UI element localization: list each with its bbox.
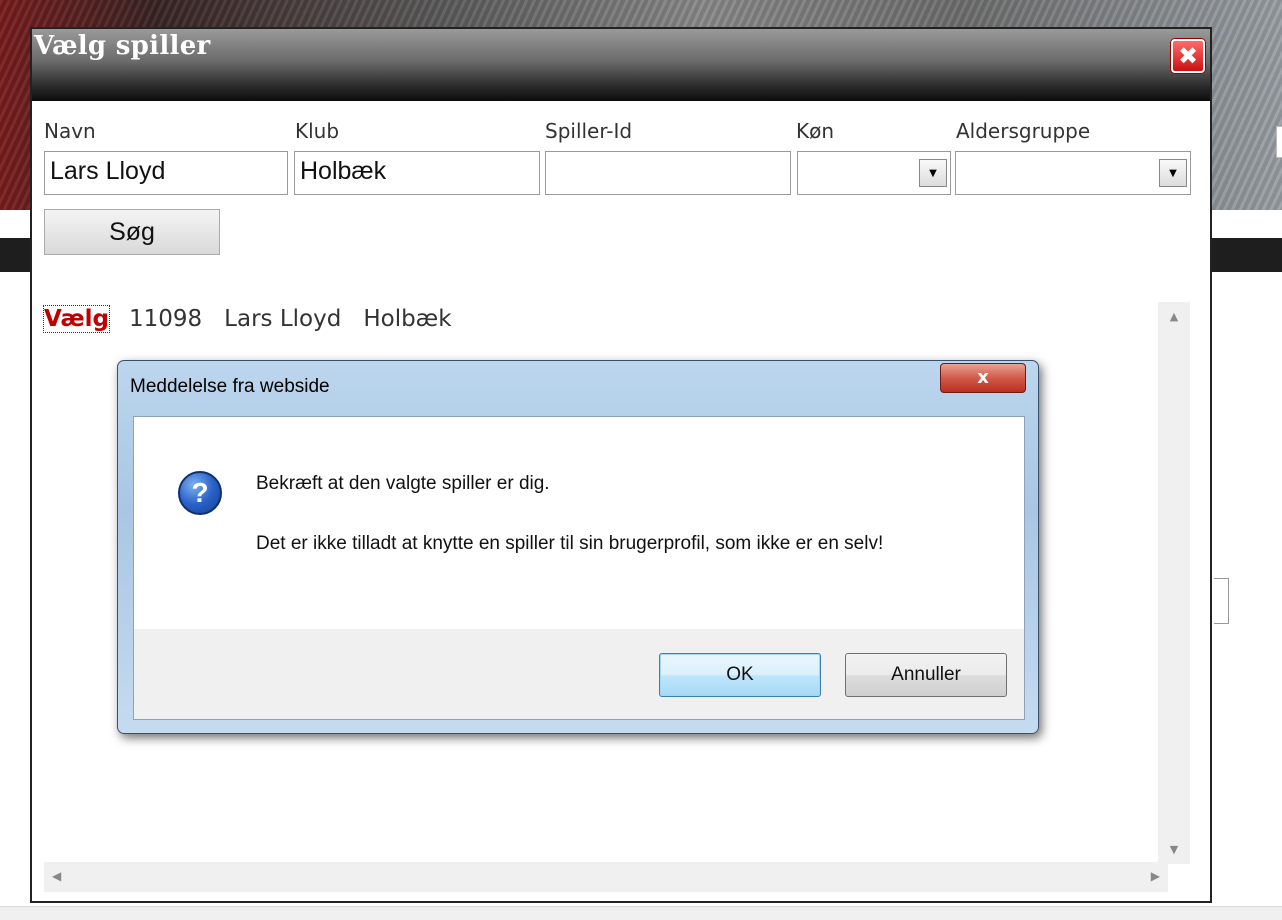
message-line-1: Bekræft at den valgte spiller er dig. — [256, 473, 550, 494]
select-player-link[interactable]: Vælg — [43, 305, 110, 333]
gender-label: Køn — [796, 119, 835, 143]
message-content: ? Bekræft at den valgte spiller er dig. … — [134, 417, 1024, 629]
player-id-input[interactable] — [545, 151, 791, 195]
age-group-select[interactable]: ▼ — [955, 151, 1191, 195]
chevron-down-icon[interactable]: ▼ — [919, 159, 947, 187]
message-box-title: Meddelelse fra webside — [130, 376, 330, 397]
close-x-icon[interactable]: ✖ — [1171, 39, 1205, 73]
result-name: Lars Lloyd — [224, 306, 342, 332]
name-label: Navn — [44, 119, 96, 143]
gender-select[interactable]: ▼ — [797, 151, 951, 195]
name-input[interactable]: Lars Lloyd — [44, 151, 288, 195]
scroll-left-icon[interactable]: ◀ — [52, 869, 61, 883]
scroll-down-icon[interactable]: ▼ — [1158, 843, 1190, 856]
message-line-2: Det er ikke tilladt at knytte en spiller… — [256, 533, 884, 554]
ok-button[interactable]: OK — [659, 653, 821, 697]
chevron-down-icon[interactable]: ▼ — [1159, 159, 1187, 187]
message-box-body: ? Bekræft at den valgte spiller er dig. … — [133, 416, 1025, 720]
confirm-message-box: Meddelelse fra webside x ? Bekræft at de… — [117, 360, 1039, 734]
cancel-button[interactable]: Annuller — [845, 653, 1007, 697]
question-icon: ? — [178, 471, 222, 515]
result-club: Holbæk — [363, 306, 452, 332]
search-button[interactable]: Søg — [44, 209, 220, 255]
dialog-header: Vælg spiller ✖ — [32, 29, 1210, 101]
result-id: 11098 — [129, 306, 203, 332]
scroll-up-icon[interactable]: ▲ — [1158, 310, 1190, 323]
club-input[interactable]: Holbæk — [294, 151, 540, 195]
close-icon[interactable]: x — [940, 363, 1026, 393]
message-box-footer: OK Annuller — [134, 629, 1024, 719]
background-footer-strip — [0, 906, 1282, 920]
vertical-scrollbar[interactable]: ▲ ▼ — [1158, 302, 1190, 864]
horizontal-scrollbar[interactable]: ◀ ▶ — [44, 862, 1168, 892]
club-label: Klub — [295, 119, 340, 143]
background-box — [1214, 578, 1229, 624]
player-id-label: Spiller-Id — [545, 119, 633, 143]
result-row: Vælg 11098 Lars Lloyd Holbæk — [43, 305, 474, 333]
scroll-right-icon[interactable]: ▶ — [1151, 869, 1160, 883]
dialog-title: Vælg spiller — [34, 31, 211, 61]
background-input — [1276, 126, 1282, 158]
age-group-label: Aldersgruppe — [956, 119, 1091, 143]
